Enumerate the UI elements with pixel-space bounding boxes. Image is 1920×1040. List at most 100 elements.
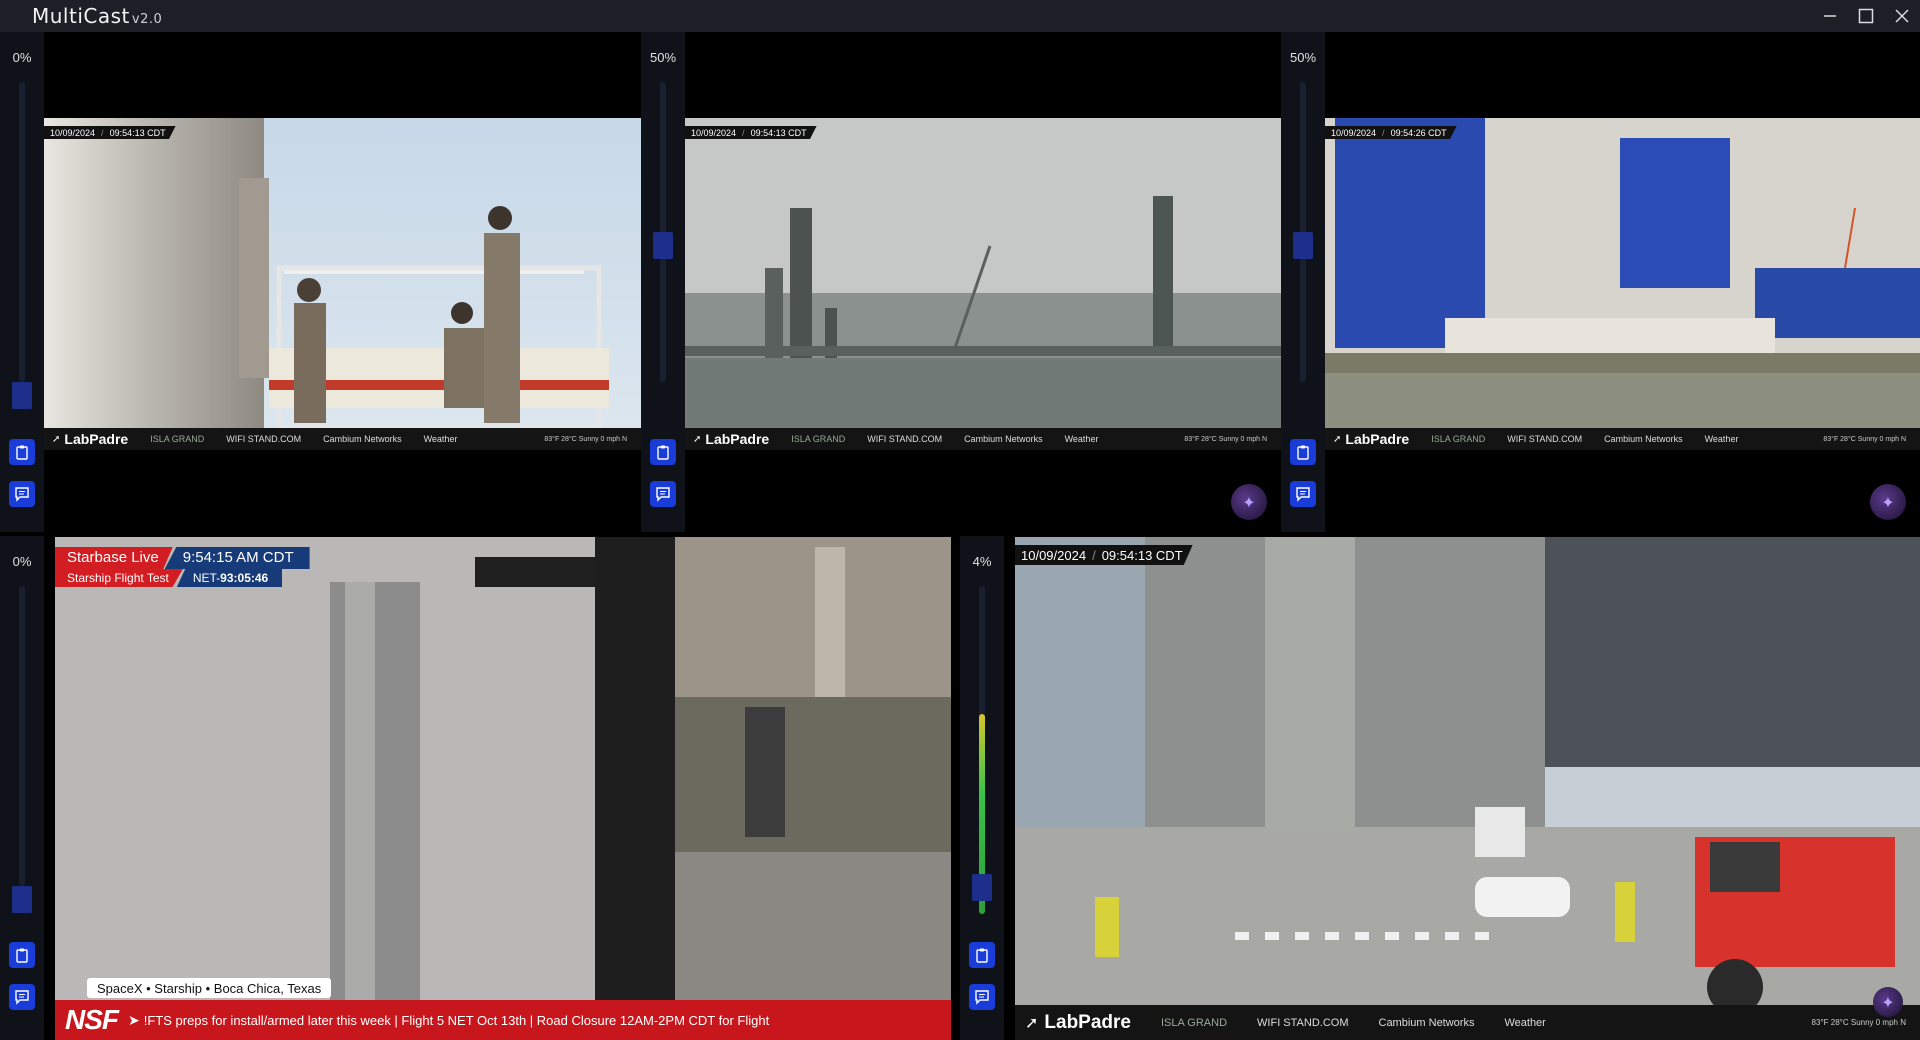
volume-label: 4% <box>972 554 992 569</box>
chat-button[interactable] <box>9 481 35 507</box>
video-feed[interactable]: 10/09/2024/09:54:26 CDT <box>1325 118 1920 428</box>
volume-slider-thumb[interactable] <box>1293 232 1313 259</box>
location-caption: SpaceX • Starship • Boca Chica, Texas <box>87 978 332 998</box>
clipboard-button[interactable] <box>650 439 676 465</box>
timestamp-time: 09:54:13 CDT <box>109 127 166 138</box>
clipboard-icon <box>657 445 669 460</box>
timestamp-date: 10/09/2024 <box>691 127 737 138</box>
chat-button[interactable] <box>969 984 995 1010</box>
volume-track[interactable] <box>19 586 25 886</box>
timestamp-date: 10/09/2024 <box>50 127 96 138</box>
clipboard-icon <box>1297 445 1309 460</box>
rocket-icon: ➚ <box>1333 433 1342 445</box>
weather-readout: 83°F 28°C Sunny 0 mph N <box>1184 435 1267 443</box>
video-feed[interactable]: 10/09/2024/09:54:13 CDT <box>1015 537 1920 1040</box>
timestamp-time: 09:54:26 CDT <box>1390 127 1447 138</box>
volume-slider-thumb[interactable] <box>12 886 32 913</box>
sponsor-1: ISLA GRAND <box>150 434 205 444</box>
weather-readout: 83°F 28°C Sunny 0 mph N <box>544 435 627 443</box>
chat-icon <box>1296 487 1310 502</box>
chat-icon <box>15 990 29 1005</box>
video-feed[interactable]: 10/09/2024/09:54:13 CDT <box>685 118 1281 428</box>
timestamp-overlay: 10/09/2024/09:54:13 CDT <box>685 126 817 139</box>
volume-label: 0% <box>12 554 32 569</box>
sponsor-3: Cambium Networks <box>1378 1016 1475 1029</box>
rocket-icon: ➚ <box>1025 1014 1039 1032</box>
volume-track[interactable] <box>19 82 25 382</box>
sponsor-4: Weather <box>1704 434 1739 444</box>
stream-pane-4[interactable]: Starbase Live 9:54:15 AM CDT Starship Fl… <box>55 537 951 1040</box>
volume-strip-4: 0% <box>0 536 44 1040</box>
sponsor-1: ISLA GRAND <box>1161 1016 1228 1029</box>
arrow-right-icon: ➤ <box>128 1011 140 1028</box>
minimize-icon[interactable] <box>1816 2 1844 30</box>
subscribe-icon[interactable]: ✦ <box>1870 484 1906 520</box>
volume-slider-thumb[interactable] <box>972 874 992 901</box>
stream-pane-2[interactable]: 10/09/2024/09:54:13 CDT ➚ LabPadre ISLA … <box>685 32 1281 532</box>
clipboard-button[interactable] <box>969 942 995 968</box>
timestamp-overlay: 10/09/2024/09:54:26 CDT <box>1325 126 1457 139</box>
clipboard-icon <box>16 948 28 963</box>
volume-label: 50% <box>649 50 677 65</box>
volume-strip-5: 4% <box>960 536 1004 1040</box>
labpadre-overlay-bar: ➚ LabPadre ISLA GRAND WIFI STAND.COM Cam… <box>685 428 1281 450</box>
timestamp-overlay: 10/09/2024/09:54:13 CDT <box>44 126 176 139</box>
labpadre-overlay-bar: ➚ LabPadre ISLA GRAND WIFI STAND.COM Cam… <box>1015 1005 1920 1040</box>
stream-pane-5[interactable]: 10/09/2024/09:54:13 CDT ➚ LabPadre ISLA … <box>1015 537 1920 1040</box>
app-version: v2.0 <box>131 12 163 27</box>
sponsor-1: ISLA GRAND <box>791 434 846 444</box>
sponsor-3: Cambium Networks <box>964 434 1043 444</box>
timestamp-date: 10/09/2024 <box>1021 547 1087 563</box>
maximize-icon[interactable] <box>1852 2 1880 30</box>
net-countdown: NET-93:05:46 <box>176 569 283 587</box>
volume-slider-thumb[interactable] <box>653 232 673 259</box>
sponsor-2: WIFI STAND.COM <box>1507 434 1583 444</box>
timestamp-time: 09:54:13 CDT <box>1101 547 1183 563</box>
sponsor-2: WIFI STAND.COM <box>867 434 943 444</box>
clipboard-icon <box>16 445 28 460</box>
video-feed[interactable]: Starbase Live 9:54:15 AM CDT Starship Fl… <box>55 537 951 1040</box>
volume-strip-2: 50% <box>641 32 685 532</box>
chat-button[interactable] <box>1290 481 1316 507</box>
rocket-icon: ➚ <box>52 433 61 445</box>
live-label: Starbase Live <box>55 547 173 569</box>
news-ticker: NSF ➤ !FTS preps for install/armed later… <box>55 1000 951 1040</box>
chat-icon <box>15 487 29 502</box>
stream-pane-1[interactable]: 10/09/2024/09:54:13 CDT ➚ LabPadre ISLA … <box>44 32 641 532</box>
sponsor-2: WIFI STAND.COM <box>226 434 302 444</box>
app-name: MultiCast <box>32 4 130 28</box>
nsf-header-row-1: Starbase Live 9:54:15 AM CDT <box>55 547 310 569</box>
nsf-logo: NSF <box>65 1004 119 1035</box>
net-time: 93:05:46 <box>220 571 269 585</box>
brand-label: LabPadre <box>705 431 770 447</box>
subscribe-icon[interactable]: ✦ <box>1231 484 1267 520</box>
sponsor-3: Cambium Networks <box>1604 434 1683 444</box>
rocket-icon: ➚ <box>693 433 702 445</box>
clipboard-button[interactable] <box>9 942 35 968</box>
timestamp-date: 10/09/2024 <box>1331 127 1377 138</box>
brand-label: LabPadre <box>1044 1011 1131 1033</box>
chat-icon <box>975 990 989 1005</box>
volume-strip-1: 0% <box>0 32 44 532</box>
volume-strip-3: 50% <box>1281 32 1325 532</box>
clipboard-icon <box>976 948 988 963</box>
volume-label: 0% <box>12 50 32 65</box>
title-bar: MultiCast v2.0 <box>0 0 1920 32</box>
stream-pane-3[interactable]: 10/09/2024/09:54:26 CDT ➚ LabPadre ISLA … <box>1325 32 1920 532</box>
volume-slider-thumb[interactable] <box>12 382 32 409</box>
video-feed[interactable]: 10/09/2024/09:54:13 CDT <box>44 118 641 428</box>
timestamp-overlay: 10/09/2024/09:54:13 CDT <box>1015 545 1193 565</box>
chat-button[interactable] <box>9 984 35 1010</box>
subscribe-icon[interactable]: ✦ <box>1873 987 1903 1017</box>
sponsor-1: ISLA GRAND <box>1431 434 1486 444</box>
weather-readout: 83°F 28°C Sunny 0 mph N <box>1811 1018 1906 1027</box>
sponsor-4: Weather <box>1504 1016 1546 1029</box>
sponsor-4: Weather <box>1064 434 1099 444</box>
clipboard-button[interactable] <box>1290 439 1316 465</box>
app-title: MultiCast v2.0 <box>32 4 162 28</box>
clipboard-button[interactable] <box>9 439 35 465</box>
chat-button[interactable] <box>650 481 676 507</box>
brand-label: LabPadre <box>64 431 129 447</box>
program-label: Starship Flight Test <box>55 569 183 587</box>
close-icon[interactable] <box>1888 2 1916 30</box>
